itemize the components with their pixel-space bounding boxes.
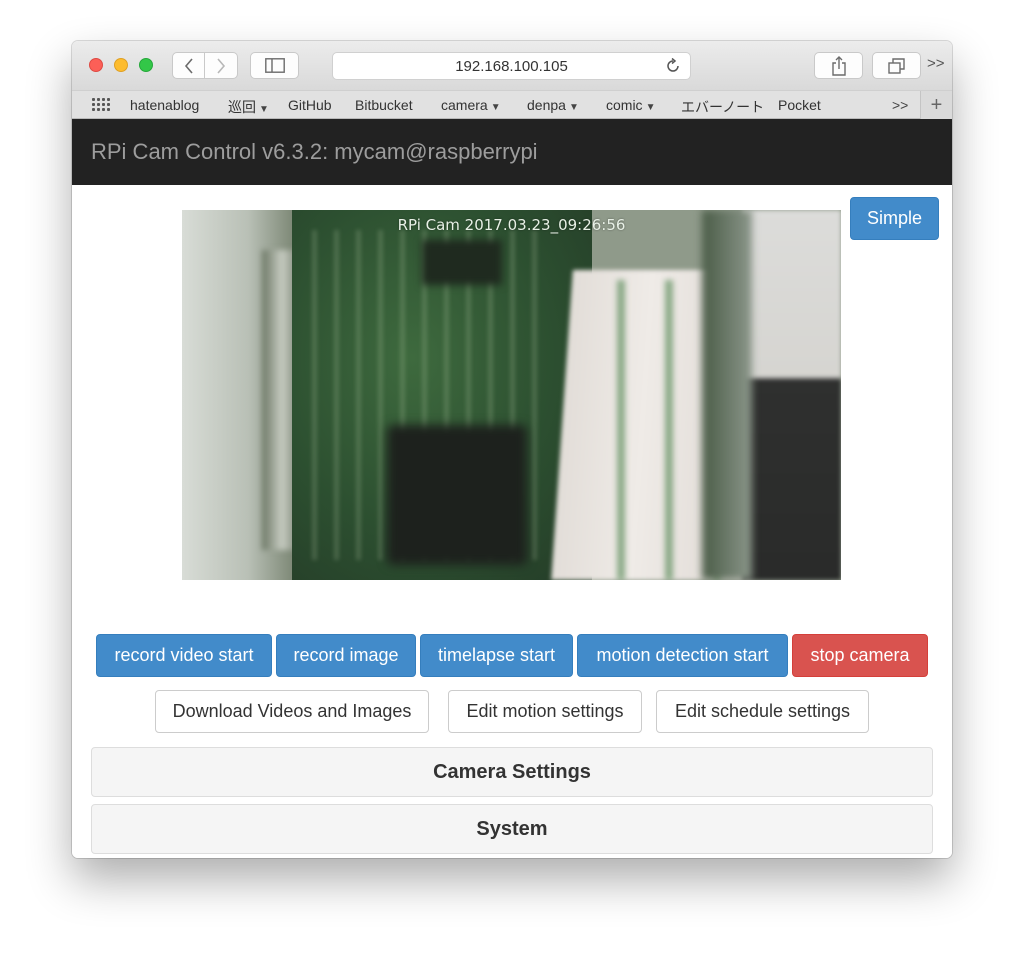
record-video-start-button[interactable]: record video start	[96, 634, 272, 677]
bookmark-label: エバーノート	[681, 99, 765, 115]
bookmark-evernote[interactable]: エバーノート	[681, 97, 764, 117]
chevron-down-icon: ▼	[645, 102, 656, 113]
simple-button[interactable]: Simple	[850, 197, 939, 240]
bookmark-label: Bitbucket	[355, 97, 413, 113]
record-image-button[interactable]: record image	[276, 634, 416, 677]
bookmark-junkai[interactable]: 巡回 ▼	[228, 97, 269, 117]
sidebar-icon	[264, 58, 285, 73]
bookmark-denpa[interactable]: denpa ▼	[527, 97, 579, 113]
title-bar: 192.168.100.105 >>	[72, 41, 952, 90]
bookmarks-bar: hatenablog 巡回 ▼ GitHub Bitbucket camera ▼ …	[72, 90, 952, 119]
system-panel[interactable]: System	[91, 804, 933, 854]
main-content: RPi Cam 2017.03.23_09:26:56 Simple recor…	[72, 185, 952, 858]
download-videos-images-button[interactable]: Download Videos and Images	[155, 690, 429, 733]
add-tab-button[interactable]: +	[920, 91, 952, 119]
url-text: 192.168.100.105	[455, 57, 568, 75]
bookmark-hatenablog[interactable]: hatenablog	[130, 97, 199, 113]
preview-timestamp: RPi Cam 2017.03.23_09:26:56	[397, 216, 626, 234]
sidebar-button[interactable]	[250, 52, 299, 79]
motion-detection-start-button[interactable]: motion detection start	[577, 634, 788, 677]
minimize-window-button[interactable]	[114, 58, 128, 72]
bookmark-label: 巡回	[228, 99, 256, 115]
chevron-down-icon: ▼	[568, 102, 579, 113]
page-title: RPi Cam Control v6.3.2: mycam@raspberryp…	[91, 139, 538, 164]
bookmark-comic[interactable]: comic ▼	[606, 97, 655, 113]
camera-settings-panel[interactable]: Camera Settings	[91, 747, 933, 797]
tabs-icon	[887, 57, 905, 74]
preview-region	[387, 425, 527, 565]
chevron-left-icon	[184, 57, 193, 74]
preview-region	[702, 210, 752, 580]
preview-region	[742, 210, 841, 580]
chevron-right-icon	[217, 57, 226, 74]
grid-icon[interactable]	[92, 98, 110, 112]
chevron-down-icon: ▼	[259, 104, 269, 115]
navbar: RPi Cam Control v6.3.2: mycam@raspberryp…	[72, 119, 952, 185]
share-button[interactable]	[814, 52, 863, 79]
bookmark-pocket[interactable]: Pocket	[778, 97, 821, 113]
stop-camera-button[interactable]: stop camera	[792, 634, 928, 677]
edit-schedule-settings-button[interactable]: Edit schedule settings	[656, 690, 869, 733]
bookmark-label: denpa	[527, 97, 566, 113]
forward-button[interactable]	[205, 52, 238, 79]
edit-motion-settings-button[interactable]: Edit motion settings	[448, 690, 642, 733]
camera-preview-image[interactable]: RPi Cam 2017.03.23_09:26:56	[182, 210, 841, 580]
bookmark-label: Pocket	[778, 97, 821, 113]
bookmark-label: comic	[606, 97, 643, 113]
address-bar[interactable]: 192.168.100.105	[332, 52, 691, 80]
bookmark-camera[interactable]: camera ▼	[441, 97, 501, 113]
toolbar-overflow-button[interactable]: >>	[927, 55, 945, 72]
tabs-button[interactable]	[872, 52, 921, 79]
timelapse-start-button[interactable]: timelapse start	[420, 634, 573, 677]
share-icon	[831, 55, 846, 76]
panel-title: Camera Settings	[433, 760, 591, 783]
bookmarks-overflow-button[interactable]: >>	[892, 97, 908, 113]
preview-region	[422, 240, 502, 285]
fullscreen-window-button[interactable]	[139, 58, 153, 72]
back-button[interactable]	[172, 52, 205, 79]
bookmark-bitbucket[interactable]: Bitbucket	[355, 97, 413, 113]
browser-window: 192.168.100.105 >> hatenablog 巡回 ▼ GitHub…	[72, 41, 952, 858]
bookmark-github[interactable]: GitHub	[288, 97, 332, 113]
close-window-button[interactable]	[89, 58, 103, 72]
bookmark-label: hatenablog	[130, 97, 200, 113]
bookmark-label: camera	[441, 97, 488, 113]
chevron-down-icon: ▼	[490, 102, 501, 113]
reload-icon[interactable]	[664, 57, 682, 75]
bookmark-label: GitHub	[288, 97, 332, 113]
panel-title: System	[476, 817, 548, 840]
